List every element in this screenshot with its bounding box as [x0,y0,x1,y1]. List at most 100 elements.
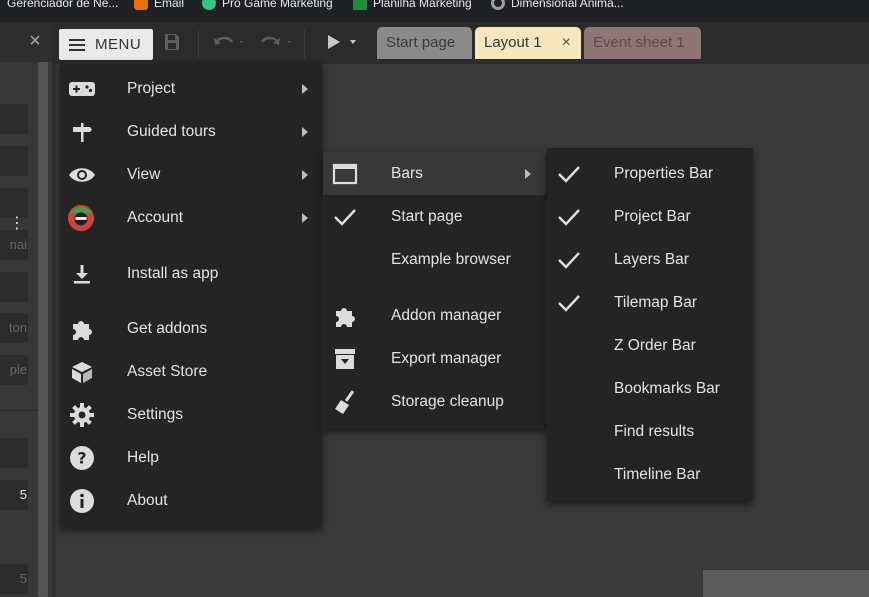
property-field[interactable]: 5 [0,480,28,510]
menu-item-settings[interactable]: Settings [60,393,322,436]
toolbar-divider [304,30,305,58]
menu-item-label: Project [127,79,176,97]
menu-item-addon-manager[interactable]: Addon manager [323,294,546,337]
submenu-arrow-icon [525,168,531,179]
menu-item-label: Layers Bar [614,250,689,268]
tab-label: Start page [386,34,456,51]
broom-icon [331,388,359,416]
main-menu-button[interactable]: MENU [59,29,153,60]
menu-item-help[interactable]: ? Help [60,436,322,479]
menu-item-label: Tilemap Bar [614,293,697,311]
menu-item-label: Bars [391,164,423,182]
avatar-icon [67,204,95,232]
check-icon [555,246,583,274]
menu-item-label: Z Order Bar [614,336,696,354]
preview-play-icon[interactable] [325,32,359,54]
menu-item-tilemap-bar[interactable]: Tilemap Bar [547,281,753,324]
property-field[interactable] [0,438,28,468]
close-icon[interactable]: × [562,27,571,59]
bookmark-item[interactable]: Dimensional Anima... [491,0,624,12]
property-field[interactable]: ton [0,313,28,343]
box-icon [68,358,96,386]
menu-item-example-browser[interactable]: Example browser [323,238,546,281]
menu-item-label: Find results [614,422,695,440]
menu-item-export-manager[interactable]: Export manager [323,337,546,380]
menu-item-account[interactable]: Account [60,196,322,239]
save-icon[interactable] [162,32,182,54]
c-logo-icon [491,0,505,10]
bookmark-label: Dimensional Anima... [511,0,624,10]
menu-item-asset-store[interactable]: Asset Store [60,350,322,393]
menu-item-start-page[interactable]: Start page [323,195,546,238]
view-submenu: Bars Start page Example browser Addon ma… [323,152,546,429]
bookmark-item[interactable]: Gerenciador de Ne... [7,0,118,12]
tab-start-page[interactable]: Start page [377,27,472,59]
menu-item-label: Bookmarks Bar [614,379,720,397]
property-field[interactable]: nai [0,230,28,260]
main-toolbar: MENU Start page Layout 1 × Event sheet 1 [52,22,869,64]
redo-icon[interactable] [258,32,292,54]
menu-item-label: Install as app [127,264,219,282]
bookmark-item[interactable]: Email [134,0,184,12]
panel-header: × [0,22,52,62]
menu-item-label: Export manager [391,349,502,367]
menu-item-install-as-app[interactable]: Install as app [60,252,322,295]
toolbar-divider [198,30,199,58]
hamburger-icon [69,38,85,51]
menu-item-label: Project Bar [614,207,691,225]
bars-submenu: Properties Bar Project Bar Layers Bar Ti… [547,148,753,501]
check-icon [555,203,583,231]
menu-item-label: Asset Store [127,362,208,380]
svg-text:?: ? [77,448,86,467]
bookmark-item[interactable]: Planilha Marketing [353,0,472,12]
menu-item-storage-cleanup[interactable]: Storage cleanup [323,380,546,423]
close-icon[interactable]: × [24,30,46,52]
menu-item-properties-bar[interactable]: Properties Bar [547,152,753,195]
menu-item-view[interactable]: View [60,153,322,196]
menu-item-about[interactable]: About [60,479,322,522]
green-logo-icon [202,0,216,10]
puzzle-icon [68,315,96,343]
bookmark-label: Gerenciador de Ne... [7,0,119,10]
menu-item-project-bar[interactable]: Project Bar [547,195,753,238]
menu-item-bookmarks-bar[interactable]: Bookmarks Bar [547,367,753,410]
menu-item-get-addons[interactable]: Get addons [60,307,322,350]
undo-icon[interactable] [212,32,246,54]
puzzle-icon [331,302,359,330]
download-icon [68,260,96,288]
tab-event-sheet-1[interactable]: Event sheet 1 [584,27,701,59]
tab-layout-1[interactable]: Layout 1 × [475,27,581,59]
property-field[interactable] [0,146,28,176]
property-field[interactable]: ple [0,355,28,385]
export-box-icon [331,345,359,373]
menu-item-project[interactable]: Project [60,67,322,110]
submenu-arrow-icon [302,212,308,223]
menu-item-z-order-bar[interactable]: Z Order Bar [547,324,753,367]
project-bar-panel: × ⋮ nai ton ple 5 5 [0,22,52,597]
property-field[interactable]: 5 [0,564,28,594]
check-icon [555,160,583,188]
eye-icon [68,161,96,189]
menu-item-guided-tours[interactable]: Guided tours [60,110,322,153]
bookmark-label: Pro Game Marketing [222,0,333,10]
menu-item-layers-bar[interactable]: Layers Bar [547,238,753,281]
menu-item-label: Example browser [391,250,511,268]
menu-item-label: Addon manager [391,306,502,324]
panel-scrollbar[interactable] [38,62,48,597]
bookmark-item[interactable]: Pro Game Marketing [202,0,333,12]
submenu-arrow-icon [302,83,308,94]
menu-item-label: Start page [391,207,463,225]
menu-item-bars[interactable]: Bars [323,152,546,195]
tab-label: Event sheet 1 [593,34,685,51]
property-field[interactable] [0,104,28,134]
menu-item-label: Get addons [127,319,208,337]
menu-item-timeline-bar[interactable]: Timeline Bar [547,453,753,496]
bookmark-label: Email [154,0,185,10]
menu-item-label: View [127,165,161,183]
menu-item-label: Account [127,208,184,226]
property-field[interactable] [0,272,28,302]
property-field[interactable] [0,188,28,218]
menu-item-find-results[interactable]: Find results [547,410,753,453]
help-icon: ? [68,444,96,472]
main-menu: Project Guided tours View Account Instal… [60,62,322,527]
